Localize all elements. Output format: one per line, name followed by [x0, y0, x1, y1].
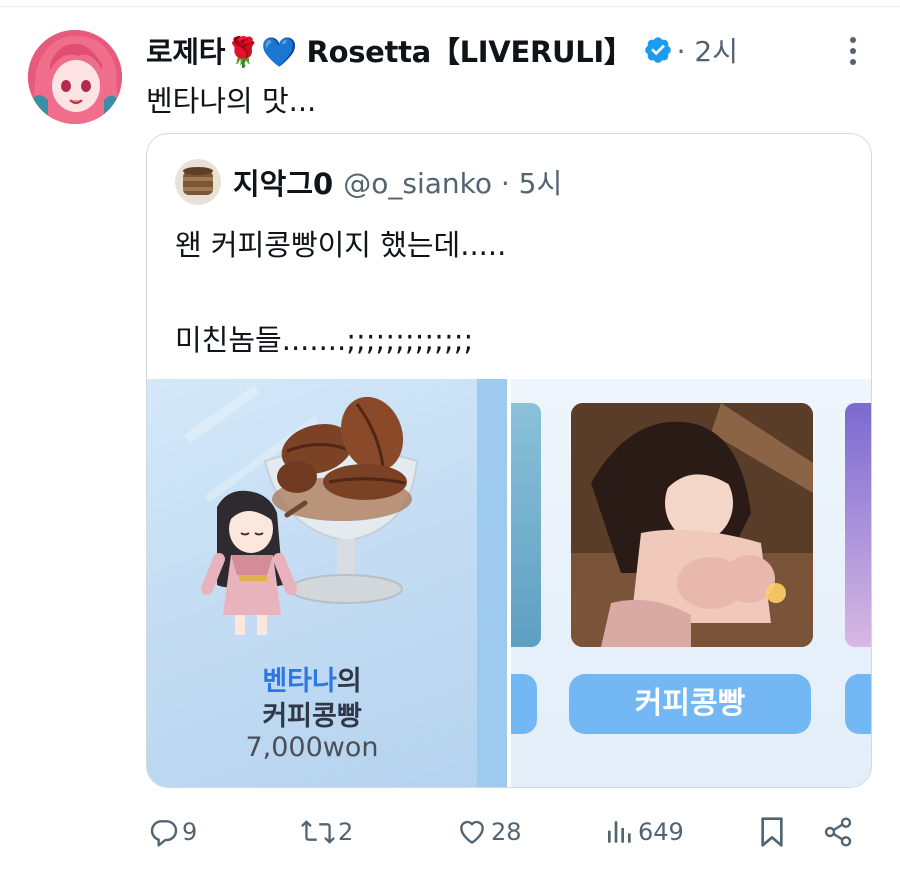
reply-icon [150, 820, 178, 847]
author-display-name[interactable]: 로제타🌹💙 Rosetta【LIVERULI】 [146, 29, 633, 71]
product-price: 7,000won [245, 732, 379, 763]
more-icon[interactable] [848, 36, 858, 66]
quote-header: 지악그0 @o_sianko · 5시 [175, 159, 562, 205]
bookmark-button[interactable] [758, 810, 786, 854]
reply-count: 9 [182, 818, 198, 846]
like-count: 28 [491, 818, 522, 846]
verified-icon [643, 35, 673, 65]
quote-author-name[interactable]: 지악그0 [233, 161, 333, 203]
media-image-product[interactable]: 벤타나의 커피콩빵 7,000won [147, 379, 477, 787]
retweet-count: 2 [338, 818, 354, 846]
retweet-button[interactable]: 2 [300, 810, 353, 854]
quote-media[interactable]: 벤타나의 커피콩빵 7,000won 커피콩빵 [147, 379, 871, 787]
retweet-icon [301, 820, 335, 844]
product-name-line-1: 벤타나의 [262, 666, 362, 697]
store-thumbnail-left [511, 403, 541, 647]
share-button[interactable] [822, 810, 854, 854]
views-count: 649 [638, 818, 684, 846]
like-button[interactable]: 28 [455, 810, 522, 854]
tweet-timestamp[interactable]: · 2시 [677, 30, 738, 70]
action-bar: 9 2 28 649 [0, 810, 900, 854]
avatar-illustration [28, 30, 122, 124]
quoted-tweet[interactable]: 지악그0 @o_sianko · 5시 왠 커피콩빵이지 했는데..... 미친… [146, 133, 872, 788]
store-thumbnail-right [845, 403, 871, 647]
author-avatar[interactable] [28, 30, 122, 124]
media-image-store[interactable]: 커피콩빵 [511, 379, 871, 787]
media-image-edge [477, 379, 507, 787]
quote-handle-time[interactable]: @o_sianko · 5시 [343, 162, 562, 202]
quote-author-avatar[interactable] [175, 159, 221, 205]
quote-text-line-2: 미친놈들.......;;;;;;;;;;;;; [175, 323, 474, 357]
like-icon [460, 820, 484, 844]
store-button-right [845, 674, 871, 734]
top-divider [0, 6, 900, 7]
reply-button[interactable]: 9 [148, 810, 197, 854]
store-thumbnail-main [571, 403, 813, 647]
share-icon [824, 817, 852, 847]
character-illustration [571, 403, 813, 647]
quote-text-line-1: 왠 커피콩빵이지 했는데..... [175, 228, 507, 262]
views-icon [608, 821, 631, 843]
views-button[interactable]: 649 [604, 810, 684, 854]
store-product-button[interactable]: 커피콩빵 [569, 674, 811, 734]
tweet-text: 벤타나의 맛... [146, 84, 317, 118]
tweet-header: 로제타🌹💙 Rosetta【LIVERULI】 · 2시 [146, 28, 738, 72]
product-name-line-2: 커피콩빵 [262, 701, 362, 732]
coffee-bean-bread-illustration [184, 384, 419, 635]
bookmark-icon [761, 817, 783, 847]
store-button-left [511, 674, 537, 734]
